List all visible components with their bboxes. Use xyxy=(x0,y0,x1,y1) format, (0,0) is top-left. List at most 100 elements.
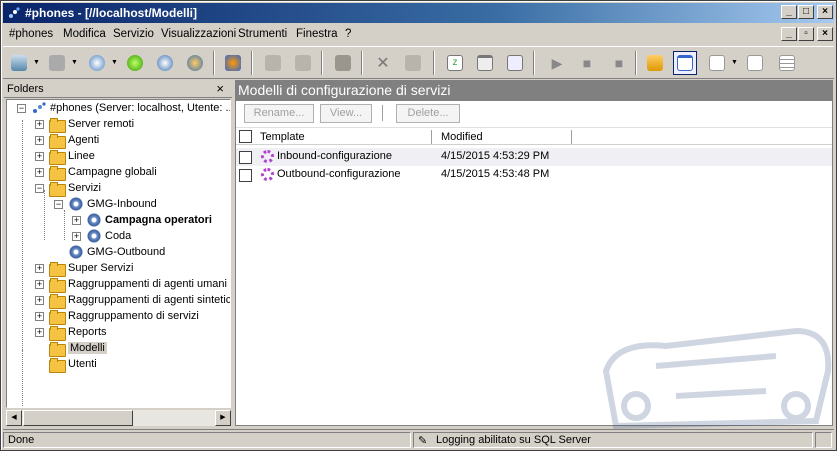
column-separator[interactable] xyxy=(431,130,432,144)
copy-disabled-icon[interactable] xyxy=(261,51,285,75)
expand-icon[interactable]: + xyxy=(35,312,44,321)
paste-disabled-icon[interactable] xyxy=(291,51,315,75)
row-checkbox[interactable] xyxy=(239,151,252,164)
content-pane: Modelli di configurazione di servizi Ren… xyxy=(235,80,833,429)
folder-tree[interactable]: − #phones (Server: localhost, Utente: ..… xyxy=(6,99,231,408)
delete-icon[interactable]: ✕ xyxy=(371,51,395,75)
scrollbar-thumb[interactable] xyxy=(23,410,133,426)
horizontal-scrollbar[interactable]: ◀ ▶ xyxy=(6,409,231,426)
tree-item-label: Linee xyxy=(68,150,95,162)
folder-icon xyxy=(49,341,66,357)
agent-user-icon[interactable] xyxy=(221,51,245,75)
service-config-icon[interactable] xyxy=(153,51,177,75)
root-collapse-icon[interactable]: − xyxy=(17,104,26,113)
tree-item-campagna-operatori[interactable]: Campagna operatori xyxy=(87,212,212,228)
report-icon[interactable] xyxy=(503,51,527,75)
settings-icon[interactable] xyxy=(85,51,109,75)
table-row[interactable]: Inbound-configurazione 4/15/2015 4:53:29… xyxy=(236,148,832,166)
collapse-icon[interactable]: − xyxy=(54,200,63,209)
table-row[interactable]: Outbound-configurazione 4/15/2015 4:53:4… xyxy=(236,166,832,184)
column-separator[interactable] xyxy=(571,130,572,144)
expand-icon[interactable]: + xyxy=(72,232,81,241)
new-window-icon[interactable] xyxy=(743,51,767,75)
menu-help[interactable]: ? xyxy=(345,28,351,40)
tree-item-raggruppamento-servizi[interactable]: Raggruppamento di servizi xyxy=(49,308,199,325)
folder-icon xyxy=(49,357,66,373)
minimize-button[interactable]: _ xyxy=(781,5,797,19)
maximize-button[interactable]: □ xyxy=(798,5,814,19)
scroll-right-icon[interactable]: ▶ xyxy=(215,410,231,426)
scroll-left-icon[interactable]: ◀ xyxy=(6,410,22,426)
details-view-icon[interactable] xyxy=(705,51,729,75)
folder-icon xyxy=(49,181,66,197)
tree-item-gmg-outbound[interactable]: GMG-Outbound xyxy=(69,244,165,260)
app-icon xyxy=(9,7,20,18)
expand-icon[interactable]: + xyxy=(35,168,44,177)
mdi-restore-button[interactable]: ▫ xyxy=(798,27,814,41)
tree-item-campagne-globali[interactable]: Campagne globali xyxy=(49,164,157,181)
service-agents-icon[interactable] xyxy=(183,51,207,75)
tree-item-utenti[interactable]: Utenti xyxy=(49,356,97,373)
settings-dropdown-icon[interactable]: ▼ xyxy=(111,59,118,66)
mdi-close-button[interactable]: × xyxy=(817,27,833,41)
rename-button[interactable]: Rename... xyxy=(244,104,314,123)
tree-item-agenti-umani[interactable]: Raggruppamenti di agenti umani xyxy=(49,276,227,293)
menu-visualizzazioni[interactable]: Visualizzazioni xyxy=(161,28,236,40)
expand-icon[interactable]: + xyxy=(35,120,44,129)
refresh-icon[interactable]: z xyxy=(443,51,467,75)
expand-icon[interactable]: + xyxy=(35,296,44,305)
view-button[interactable]: View... xyxy=(320,104,372,123)
collapse-icon[interactable]: − xyxy=(35,184,44,193)
tree-item-agenti-sintetici[interactable]: Raggruppamenti di agenti sintetici xyxy=(49,292,230,309)
tree-item-super-servizi[interactable]: Super Servizi xyxy=(49,260,133,277)
new-icon[interactable] xyxy=(7,51,31,75)
stop-all-icon[interactable]: ■ xyxy=(607,51,631,75)
open-folder-icon[interactable] xyxy=(643,51,667,75)
play-icon[interactable]: ▶ xyxy=(545,51,569,75)
properties-icon[interactable] xyxy=(331,51,355,75)
new-dropdown-icon[interactable]: ▼ xyxy=(33,59,40,66)
tree-item-label: Raggruppamenti di agenti umani xyxy=(68,278,227,290)
folders-close-button[interactable]: × xyxy=(216,81,224,96)
expand-icon[interactable]: + xyxy=(35,264,44,273)
size-grip-icon[interactable] xyxy=(815,432,832,448)
move-icon[interactable] xyxy=(401,51,425,75)
expand-icon[interactable]: + xyxy=(35,136,44,145)
menu-strumenti[interactable]: Strumenti xyxy=(238,28,287,40)
connect-icon[interactable] xyxy=(45,51,69,75)
column-template[interactable]: Template xyxy=(260,131,305,143)
delete-button[interactable]: Delete... xyxy=(396,104,460,123)
tree-item-gmg-inbound[interactable]: GMG-Inbound xyxy=(69,196,157,212)
tree-item-label: Servizi xyxy=(68,182,102,194)
menu-phones[interactable]: #phones xyxy=(9,28,53,40)
list-view-icon[interactable] xyxy=(673,51,697,75)
expand-icon[interactable]: + xyxy=(35,152,44,161)
title-bar[interactable]: #phones - [//localhost/Modelli] _ □ × xyxy=(3,3,834,23)
tree-item-modelli[interactable]: Modelli xyxy=(49,340,107,357)
tree-item-linee[interactable]: Linee xyxy=(49,148,95,165)
connect-dropdown-icon[interactable]: ▼ xyxy=(71,59,78,66)
expand-icon[interactable]: + xyxy=(72,216,81,225)
expand-icon[interactable]: + xyxy=(35,328,44,337)
tree-item-server-remoti[interactable]: Server remoti xyxy=(49,116,134,133)
close-button[interactable]: × xyxy=(817,5,833,19)
grid-view-icon[interactable] xyxy=(775,51,799,75)
tree-item-coda[interactable]: Coda xyxy=(87,228,131,244)
menu-finestra[interactable]: Finestra xyxy=(296,28,338,40)
row-checkbox[interactable] xyxy=(239,169,252,182)
expand-icon[interactable]: + xyxy=(35,280,44,289)
mdi-minimize-button[interactable]: _ xyxy=(781,27,797,41)
menu-servizio[interactable]: Servizio xyxy=(113,28,154,40)
menu-modifica[interactable]: Modifica xyxy=(63,28,106,40)
tree-item-servizi[interactable]: Servizi xyxy=(49,180,102,197)
view-dropdown-icon[interactable]: ▼ xyxy=(731,59,738,66)
window-icon[interactable] xyxy=(473,51,497,75)
select-all-checkbox[interactable] xyxy=(239,130,252,143)
tree-item-label: Reports xyxy=(68,326,107,338)
tree-root[interactable]: #phones (Server: localhost, Utente: ... xyxy=(31,100,230,116)
column-modified[interactable]: Modified xyxy=(441,131,483,143)
stop-icon[interactable]: ■ xyxy=(575,51,599,75)
tree-item-agenti[interactable]: Agenti xyxy=(49,132,99,149)
tree-item-reports[interactable]: Reports xyxy=(49,324,107,341)
start-service-icon[interactable] xyxy=(123,51,147,75)
